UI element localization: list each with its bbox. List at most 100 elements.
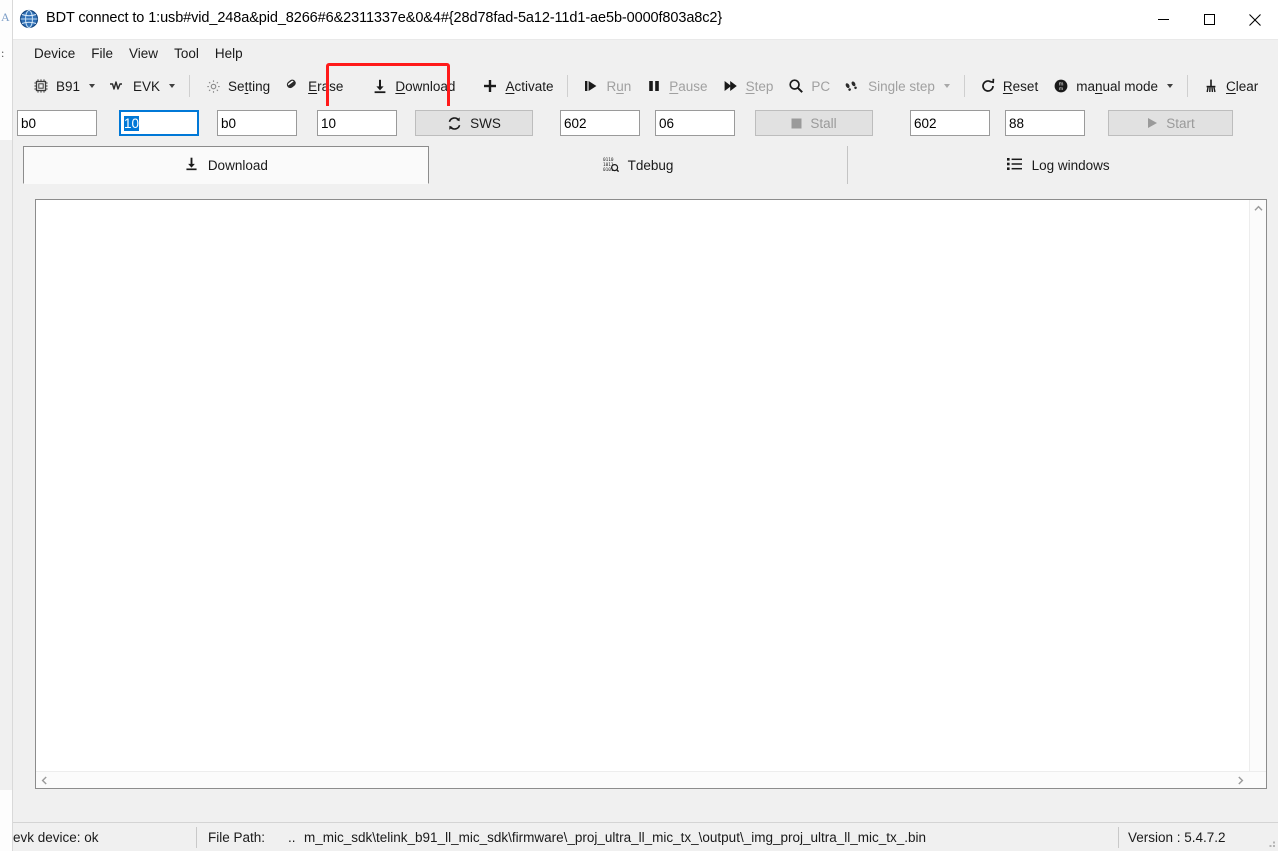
stop-icon	[791, 118, 802, 129]
len2-input[interactable]	[317, 110, 397, 136]
maximize-button[interactable]	[1186, 0, 1232, 39]
close-button[interactable]	[1232, 0, 1278, 39]
search-icon	[787, 77, 805, 95]
download-button[interactable]: Download	[364, 71, 462, 101]
sws-button[interactable]: SWS	[415, 110, 533, 136]
sws-label: SWS	[470, 115, 501, 131]
pause-label: Pause	[669, 78, 708, 94]
chip-icon	[32, 77, 50, 95]
run-label: Run	[606, 78, 632, 94]
step-button[interactable]: Step	[715, 71, 781, 101]
manual-mode-button[interactable]: m m manual mode	[1045, 71, 1180, 101]
resize-grip[interactable]	[1264, 836, 1276, 848]
addr2-input[interactable]	[217, 110, 297, 136]
addr3-input[interactable]	[560, 110, 640, 136]
tab-bar: Download 0110 1011 0101 Tdebug Log windo…	[13, 146, 1278, 187]
output-text-area[interactable]	[36, 200, 1249, 771]
toolbar-board-label: EVK	[133, 78, 161, 94]
horizontal-scrollbar[interactable]	[36, 771, 1266, 788]
stall-label: Stall	[810, 115, 837, 131]
app-root: A : BDT connect to 1:usb#vid_248a&pid_82…	[0, 0, 1278, 851]
chevron-down-icon[interactable]	[169, 84, 176, 88]
erase-button[interactable]: Erase	[277, 71, 350, 101]
start-button[interactable]: Start	[1108, 110, 1233, 136]
activate-button[interactable]: Activate	[474, 71, 560, 101]
menu-item-tool[interactable]: Tool	[166, 43, 207, 64]
stall-button[interactable]: Stall	[755, 110, 873, 136]
pause-icon	[645, 77, 663, 95]
file-path-prefix: ..	[288, 829, 296, 845]
clear-icon	[1202, 77, 1220, 95]
menu-item-view[interactable]: View	[121, 43, 166, 64]
svg-text:m: m	[1059, 87, 1063, 92]
vertical-scrollbar[interactable]	[1249, 200, 1266, 788]
chevron-down-icon[interactable]	[89, 84, 96, 88]
status-divider	[196, 827, 197, 848]
start-label: Start	[1166, 115, 1195, 131]
list-icon	[1006, 157, 1023, 174]
addr1-input[interactable]	[17, 110, 97, 136]
window-title: BDT connect to 1:usb#vid_248a&pid_8266#6…	[46, 10, 723, 26]
reset-button[interactable]: Reset	[972, 71, 1045, 101]
pc-button[interactable]: PC	[780, 71, 837, 101]
menu-bar: Device File View Tool Help	[13, 40, 1278, 66]
gear-icon	[204, 77, 222, 95]
footsteps-icon	[844, 77, 862, 95]
download-icon	[184, 156, 199, 174]
chevron-down-icon[interactable]	[943, 84, 950, 88]
len1-input[interactable]	[119, 110, 199, 136]
chevron-right-icon[interactable]	[1232, 772, 1249, 789]
title-bar: BDT connect to 1:usb#vid_248a&pid_8266#6…	[13, 0, 1278, 40]
main-toolbar: B91 EVK Setting Erase Download Activate …	[13, 63, 1278, 113]
menu-item-help[interactable]: Help	[207, 43, 251, 64]
toolbar-separator	[567, 75, 569, 97]
chevron-up-icon[interactable]	[1250, 200, 1267, 217]
download-label: Download	[395, 78, 456, 94]
toolbar-board-select[interactable]: EVK	[102, 71, 182, 101]
single-step-button[interactable]: Single step	[837, 71, 957, 101]
main-window: BDT connect to 1:usb#vid_248a&pid_8266#6…	[12, 0, 1278, 851]
mode-icon: m m	[1052, 77, 1070, 95]
file-path-label: File Path:	[208, 829, 266, 845]
status-divider	[1118, 827, 1119, 848]
step-label: Step	[745, 78, 774, 94]
toolbar-chip-select[interactable]: B91	[25, 71, 102, 101]
play-icon	[1146, 117, 1158, 129]
clear-button[interactable]: Clear	[1195, 71, 1265, 101]
val4-input[interactable]	[1005, 110, 1085, 136]
minimize-button[interactable]	[1140, 0, 1186, 39]
menu-item-device[interactable]: Device	[26, 43, 83, 64]
pc-label: PC	[811, 78, 831, 94]
refresh-icon	[447, 116, 462, 131]
toolbar-separator	[189, 75, 191, 97]
addr4-input[interactable]	[910, 110, 990, 136]
run-icon	[582, 77, 600, 95]
tab-log-windows[interactable]: Log windows	[848, 146, 1268, 184]
val3-input[interactable]	[655, 110, 735, 136]
setting-button[interactable]: Setting	[197, 71, 277, 101]
activate-label: Activate	[505, 78, 554, 94]
run-button[interactable]: Run	[575, 71, 638, 101]
desktop-background: A :	[0, 0, 12, 851]
window-controls	[1140, 0, 1278, 39]
desktop-glyph-b: :	[1, 46, 5, 60]
device-status: evk device: ok	[13, 829, 99, 845]
plus-icon	[481, 77, 499, 95]
file-path-value: m_mic_sdk\telink_b91_ll_mic_sdk\firmware…	[304, 829, 927, 845]
waveform-icon	[109, 77, 127, 95]
tab-tdebug[interactable]: 0110 1011 0101 Tdebug	[429, 146, 849, 184]
toolbar-chip-label: B91	[56, 78, 81, 94]
binary-icon: 0110 1011 0101	[603, 156, 619, 175]
globe-icon	[19, 9, 39, 29]
desktop-glyph-a: A	[1, 10, 10, 24]
desktop-strip	[0, 140, 12, 790]
version-label: Version : 5.4.7.2	[1128, 829, 1226, 845]
chevron-left-icon[interactable]	[36, 772, 53, 789]
manual-mode-label: manual mode	[1076, 78, 1159, 94]
chevron-down-icon[interactable]	[1167, 84, 1174, 88]
menu-item-file[interactable]: File	[83, 43, 121, 64]
status-bar: evk device: ok File Path: .. m_mic_sdk\t…	[13, 822, 1278, 851]
eraser-icon	[284, 77, 302, 95]
tab-download[interactable]: Download	[23, 146, 429, 184]
pause-button[interactable]: Pause	[638, 71, 714, 101]
